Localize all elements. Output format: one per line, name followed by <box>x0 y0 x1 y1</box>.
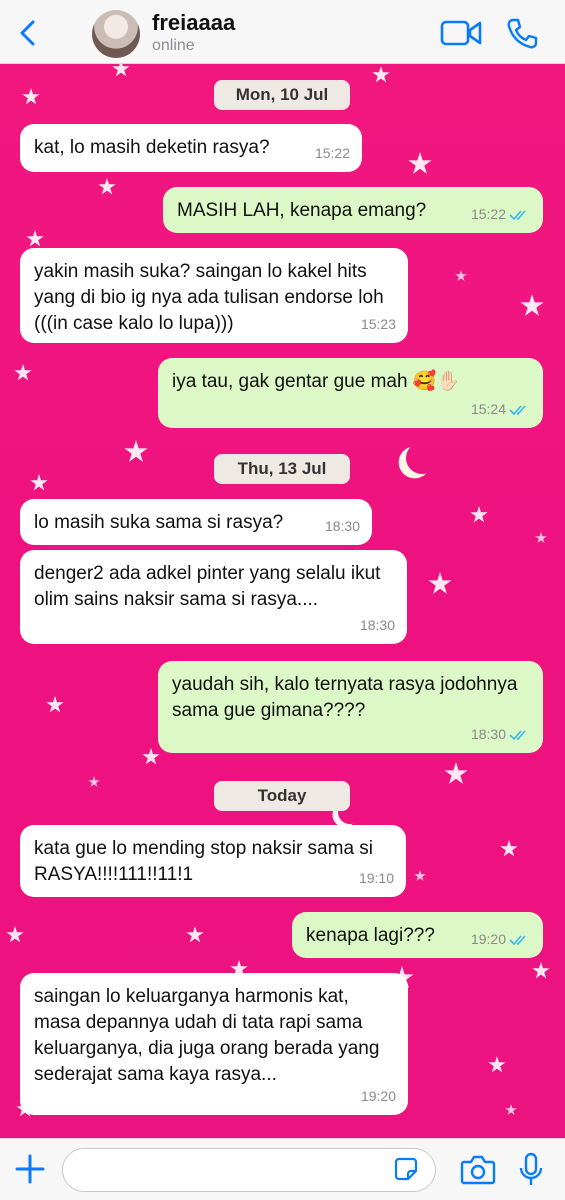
message-text: kat, lo masih deketin rasya? <box>34 137 270 158</box>
star-decoration <box>112 64 130 77</box>
date-separator: Thu, 13 Jul <box>214 454 350 484</box>
message-text: kata gue lo mending stop naksir sama si … <box>34 838 379 885</box>
star-decoration <box>6 926 24 943</box>
message-meta: 18:30 <box>471 721 531 747</box>
contact-name[interactable]: freiaaaa <box>152 10 235 36</box>
star-decoration <box>470 506 488 523</box>
star-decoration <box>488 1056 506 1073</box>
plus-icon[interactable] <box>14 1153 46 1185</box>
incoming-message[interactable]: yakin masih suka? saingan lo kakel hits … <box>20 248 408 343</box>
star-decoration <box>30 474 48 491</box>
composer-bar <box>0 1138 565 1200</box>
incoming-message[interactable]: saingan lo keluarganya harmonis kat, mas… <box>20 973 408 1115</box>
incoming-message[interactable]: lo masih suka sama si rasya? 18:30 <box>20 499 372 545</box>
message-time: 15:22 <box>470 206 506 222</box>
phone-icon[interactable] <box>505 17 539 51</box>
star-decoration <box>500 840 518 857</box>
star-decoration <box>14 364 32 381</box>
contact-status: online <box>152 37 195 54</box>
read-ticks-icon <box>509 210 526 221</box>
star-decoration <box>535 532 547 543</box>
read-ticks-icon <box>509 935 526 946</box>
star-decoration <box>124 440 148 462</box>
message-time: 15:23 <box>360 316 396 332</box>
message-time: 19:20 <box>360 1088 396 1104</box>
star-decoration <box>46 696 64 713</box>
star-decoration <box>142 748 160 765</box>
star-decoration <box>408 152 432 174</box>
outgoing-message[interactable]: kenapa lagi??? 19:20 <box>292 912 543 958</box>
message-text: yakin masih suka? saingan lo kakel hits … <box>34 261 389 334</box>
back-chevron-icon[interactable] <box>14 18 42 48</box>
star-decoration <box>22 88 40 105</box>
message-text: saingan lo keluarganya harmonis kat, mas… <box>34 986 385 1085</box>
incoming-message[interactable]: kat, lo masih deketin rasya? 15:22 <box>20 124 362 172</box>
incoming-message[interactable]: kata gue lo mending stop naksir sama si … <box>20 825 406 897</box>
date-separator: Mon, 10 Jul <box>214 80 350 110</box>
read-ticks-icon <box>509 730 526 741</box>
outgoing-message[interactable]: iya tau, gak gentar gue mah 🥰✋🏻 15:24 <box>158 358 543 428</box>
camera-icon[interactable] <box>460 1154 496 1186</box>
message-meta: 15:24 <box>471 396 531 422</box>
read-ticks-icon <box>509 405 526 416</box>
message-text: yaudah sih, kalo ternyata rasya jodohnya… <box>172 674 523 721</box>
microphone-icon[interactable] <box>518 1152 544 1188</box>
outgoing-message[interactable]: MASIH LAH, kenapa emang? 15:22 <box>163 187 543 233</box>
message-text: denger2 ada adkel pinter yang selalu iku… <box>34 563 386 610</box>
message-text: iya tau, gak gentar gue mah 🥰✋🏻 <box>172 371 461 392</box>
contact-avatar[interactable] <box>92 10 140 58</box>
star-decoration <box>414 870 426 881</box>
message-time: 19:20 <box>470 931 506 947</box>
star-decoration <box>505 1104 517 1115</box>
sticker-icon[interactable] <box>394 1157 418 1181</box>
star-decoration <box>455 270 467 281</box>
message-time: 18:30 <box>359 617 395 633</box>
star-decoration <box>372 66 390 83</box>
message-text: lo masih suka sama si rasya? <box>34 512 284 533</box>
star-decoration <box>428 572 452 594</box>
message-time: 18:30 <box>470 726 506 742</box>
message-meta: 19:20 <box>471 926 531 952</box>
star-decoration <box>520 294 544 316</box>
message-time: 18:30 <box>324 518 360 534</box>
incoming-message[interactable]: denger2 ada adkel pinter yang selalu iku… <box>20 550 407 644</box>
outgoing-message[interactable]: yaudah sih, kalo ternyata rasya jodohnya… <box>158 661 543 753</box>
chat-area[interactable]: Mon, 10 Jul Thu, 13 Jul Today kat, lo ma… <box>0 64 565 1138</box>
moon-decoration <box>403 439 440 476</box>
star-decoration <box>98 178 116 195</box>
chat-header: freiaaaa online <box>0 0 565 64</box>
star-decoration <box>532 962 550 979</box>
star-decoration <box>186 926 204 943</box>
star-decoration <box>444 762 468 784</box>
video-camera-icon[interactable] <box>440 18 482 48</box>
message-time: 15:22 <box>314 145 350 161</box>
message-time: 15:24 <box>470 401 506 417</box>
date-separator: Today <box>214 781 350 811</box>
message-time: 19:10 <box>358 870 394 886</box>
star-decoration <box>26 230 44 247</box>
message-meta: 15:22 <box>471 201 531 227</box>
star-decoration <box>88 776 100 787</box>
message-input[interactable] <box>62 1148 436 1192</box>
